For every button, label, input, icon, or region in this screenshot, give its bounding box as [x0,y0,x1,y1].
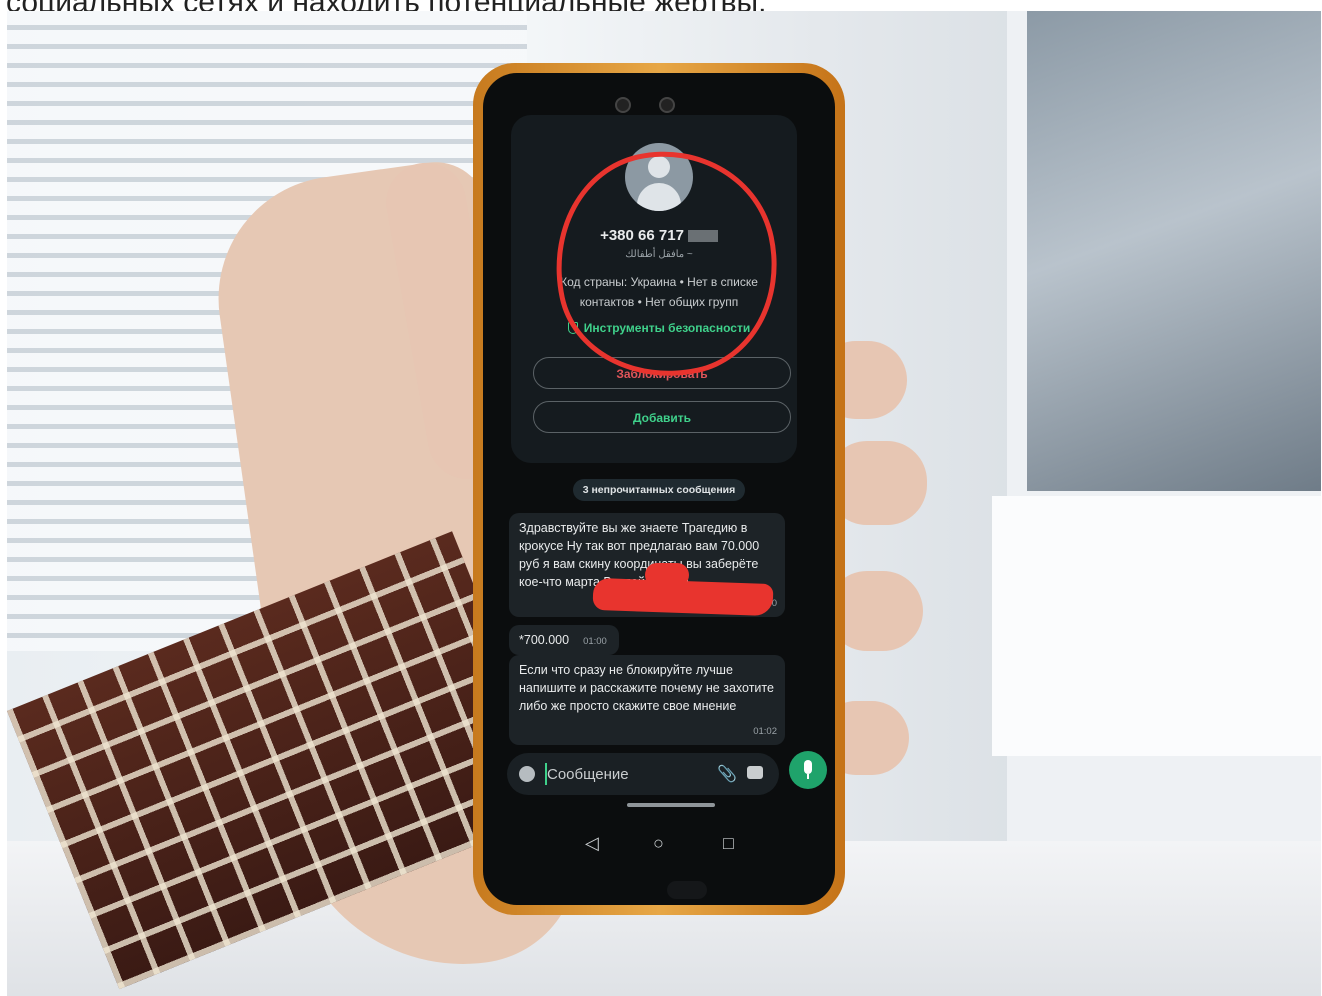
photo: +380 66 717 ~ مافقل أطفالك Код страны: У… [7,11,1321,996]
message-time: 01:02 [753,726,777,737]
front-camera-icon [659,97,675,113]
message-bubble[interactable]: *700.000 01:00 [509,625,619,655]
microphone-icon [804,760,812,774]
message-composer: 📎 [507,753,779,795]
paperclip-icon[interactable]: 📎 [717,764,737,784]
window-glass-lower [992,496,1321,756]
red-redaction-scribble [592,577,774,617]
message-input[interactable] [545,763,697,785]
camera-icon[interactable] [747,766,763,779]
back-icon[interactable]: ◁ [585,833,599,854]
add-contact-button[interactable]: Добавить [533,401,791,433]
microphone-button[interactable] [789,751,827,789]
unread-messages-banner: 3 непрочитанных сообщения [573,479,745,501]
phone-screen: +380 66 717 ~ مافقل أطفالك Код страны: У… [483,73,835,905]
message-time: 01:00 [583,636,607,647]
window-glass [1027,11,1321,491]
gesture-bar[interactable] [627,803,715,807]
home-icon[interactable]: ○ [653,833,664,854]
smartphone: +380 66 717 ~ مافقل أطفالك Код страны: У… [473,63,845,915]
emoji-icon[interactable] [519,766,535,782]
recents-icon[interactable]: □ [723,833,734,854]
front-camera-icon [615,97,631,113]
message-bubble[interactable]: Если что сразу не блокируйте лучше напиш… [509,655,785,745]
chin-sensor [667,881,707,899]
